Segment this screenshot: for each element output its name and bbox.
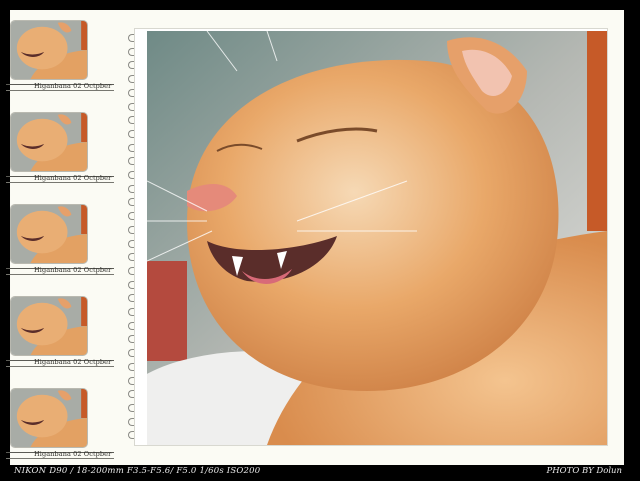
main-photo <box>147 31 607 445</box>
cat-thumbnail-icon <box>11 297 87 355</box>
thumbnail-caption: Higanbana 02 Octpber <box>34 266 112 274</box>
thumbnail-caption: Higanbana 02 Octpber <box>34 174 112 182</box>
main-photo-frame <box>134 28 608 446</box>
thumbnail-image[interactable] <box>10 296 88 356</box>
cat-thumbnail-icon <box>11 205 87 263</box>
thumbnail-caption: Higanbana 02 Octpber <box>34 358 112 366</box>
thumbnail-image[interactable] <box>10 112 88 172</box>
thumbnail-caption: Higanbana 02 Octpber <box>34 450 112 458</box>
cat-thumbnail-icon <box>11 113 87 171</box>
cat-thumbnail-icon <box>11 389 87 447</box>
cat-photo-image <box>147 31 607 445</box>
thumbnail-image[interactable] <box>10 204 88 264</box>
camera-info: NIKON D90 / 18-200mm F3.5-F5.6/ F5.0 1/6… <box>14 466 261 476</box>
thumbnail-item[interactable]: Higanbana 02 Octpber <box>6 388 116 478</box>
thumbnail-image[interactable] <box>10 20 88 80</box>
caption-rule <box>6 366 114 367</box>
caption-rule <box>6 182 114 183</box>
thumbnail-caption: Higanbana 02 Octpber <box>34 82 112 90</box>
caption-rule <box>6 274 114 275</box>
thumbnail-item[interactable]: Higanbana 02 Octpber <box>6 204 116 294</box>
thumbnail-item[interactable]: Higanbana 02 Octpber <box>6 296 116 386</box>
thumbnail-image[interactable] <box>10 388 88 448</box>
photo-credit: PHOTO BY Dolun <box>546 466 622 476</box>
thumbnail-item[interactable]: Higanbana 02 Octpber <box>6 112 116 202</box>
cat-thumbnail-icon <box>11 21 87 79</box>
caption-rule <box>6 458 114 459</box>
caption-rule <box>6 90 114 91</box>
thumbnail-item[interactable]: Higanbana 02 Octpber <box>6 20 116 110</box>
